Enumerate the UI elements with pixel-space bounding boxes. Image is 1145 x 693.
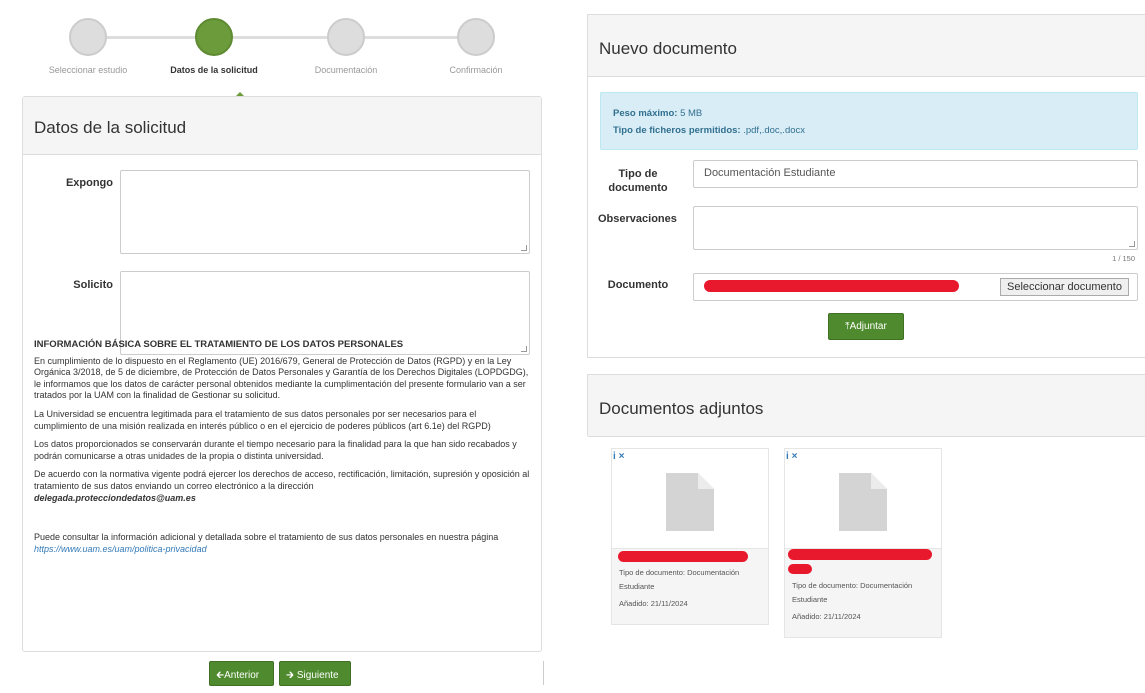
redacted-filename <box>618 551 748 562</box>
attachment-meta: Tipo de documento: Documentación Estudia… <box>619 566 767 611</box>
step-circle <box>457 18 495 56</box>
documento-label: Documento <box>607 279 669 291</box>
tipo-label-line1: Tipo de <box>618 168 658 180</box>
panel-title: Datos de la solicitud <box>23 97 541 155</box>
privacy-heading: INFORMACIÓN BÁSICA SOBRE EL TRATAMIENTO … <box>34 339 404 350</box>
anterior-label: Anterior <box>224 670 260 681</box>
privacy-paragraph-1: En cumplimiento de lo dispuesto en el Re… <box>34 355 529 401</box>
redacted-filename <box>788 549 932 560</box>
adjuntar-label: Adjuntar <box>849 321 887 332</box>
tipo-documento-label: Tipo de documento <box>602 167 674 195</box>
attachment-date: Añadido: 21/11/2024 <box>619 599 688 608</box>
card-actions: i × <box>613 451 624 462</box>
file-icon <box>839 473 887 531</box>
nuevo-documento-panel: Nuevo documento Peso máximo: 5 MB Tipo d… <box>587 14 1145 358</box>
anterior-button[interactable]: 🡰Anterior <box>209 661 274 686</box>
step-label: Documentación <box>314 65 378 75</box>
privacy-email[interactable]: delegada.protecciondedatos@uam.es <box>34 493 196 503</box>
progress-stepper: Seleccionar estudio Datos de la solicitu… <box>28 14 530 98</box>
privacy-paragraph-3: Los datos proporcionados se conservarán … <box>34 439 517 461</box>
max-size-label: Peso máximo: <box>613 108 678 119</box>
file-input[interactable]: Seleccionar documento <box>693 273 1138 301</box>
step-circle <box>69 18 107 56</box>
siguiente-label: Siguiente <box>296 670 339 681</box>
privacy-paragraph-5: Puede consultar la información adicional… <box>34 532 530 555</box>
solicito-label: Solicito <box>73 279 113 291</box>
privacy-rights-text: De acuerdo con la normativa vigente podr… <box>34 469 530 491</box>
step-seleccionar-estudio[interactable]: Seleccionar estudio <box>28 14 148 75</box>
step-label: Seleccionar estudio <box>48 65 128 75</box>
attachment-thumbnail: i × <box>785 449 941 549</box>
attachment-date: Añadido: 21/11/2024 <box>792 612 861 621</box>
documentos-adjuntos-panel: Documentos adjuntos <box>587 374 1145 437</box>
privacy-link[interactable]: https://www.uam.es/uam/politica-privacid… <box>34 544 207 554</box>
info-icon[interactable]: i <box>786 451 789 462</box>
select-document-button[interactable]: Seleccionar documento <box>1000 278 1129 296</box>
upload-info-alert: Peso máximo: 5 MB Tipo de ficheros permi… <box>600 92 1138 150</box>
attachment-thumbnail: i × <box>612 449 768 549</box>
char-counter: 1 / 150 <box>1112 254 1135 263</box>
observaciones-textarea[interactable] <box>693 206 1138 250</box>
divider <box>543 661 544 685</box>
attachment-type: Tipo de documento: Documentación Estudia… <box>619 568 740 591</box>
privacy-paragraph-4: De acuerdo con la normativa vigente podr… <box>34 469 530 504</box>
observaciones-label: Observaciones <box>598 213 677 225</box>
info-icon[interactable]: i <box>613 451 616 462</box>
resize-handle[interactable] <box>1129 241 1135 247</box>
attachment-card: i × Tipo de documento: Documentación Est… <box>784 448 942 638</box>
tipo-documento-field[interactable]: Documentación Estudiante <box>693 160 1138 188</box>
siguiente-button[interactable]: 🡲 Siguiente <box>279 661 351 686</box>
attachment-card: i × Tipo de documento: Documentación Est… <box>611 448 769 625</box>
arrow-right-icon: 🡲 <box>286 670 295 681</box>
attachment-meta: Tipo de documento: Documentación Estudia… <box>792 579 940 624</box>
privacy-more-text: Puede consultar la información adicional… <box>34 532 499 543</box>
adjuntar-button[interactable]: ⤒Adjuntar <box>828 313 904 340</box>
attachment-type: Tipo de documento: Documentación Estudia… <box>792 581 913 604</box>
privacy-info: INFORMACIÓN BÁSICA SOBRE EL TRATAMIENTO … <box>34 339 530 555</box>
file-icon <box>666 473 714 531</box>
resize-handle[interactable] <box>521 245 527 251</box>
panel-title: Nuevo documento <box>588 15 1145 77</box>
file-types-line: Tipo de ficheros permitidos: .pdf,.doc,.… <box>613 122 1137 139</box>
step-datos-solicitud[interactable]: Datos de la solicitud <box>154 14 274 75</box>
max-size-line: Peso máximo: 5 MB <box>613 105 1137 122</box>
remove-icon[interactable]: × <box>619 451 625 462</box>
expongo-textarea[interactable] <box>120 170 530 254</box>
file-types-value: .pdf,.doc,.docx <box>743 125 806 136</box>
remove-icon[interactable]: × <box>792 451 798 462</box>
step-label: Datos de la solicitud <box>170 65 258 75</box>
step-circle-active <box>195 18 233 56</box>
file-types-label: Tipo de ficheros permitidos: <box>613 125 741 136</box>
step-circle <box>327 18 365 56</box>
arrow-left-icon: 🡰 <box>216 670 225 681</box>
tipo-label-line2: documento <box>608 182 668 194</box>
step-confirmacion[interactable]: Confirmación <box>416 14 536 75</box>
step-documentacion[interactable]: Documentación <box>286 14 406 75</box>
step-label: Confirmación <box>449 65 503 75</box>
max-size-value: 5 MB <box>680 108 703 119</box>
redacted-filename-wrap <box>788 564 812 574</box>
solicitud-panel: Datos de la solicitud Expongo Solicito I… <box>22 96 542 652</box>
panel-title: Documentos adjuntos <box>588 375 1145 437</box>
expongo-label: Expongo <box>65 177 113 189</box>
redacted-filename <box>704 280 959 292</box>
card-actions: i × <box>786 451 797 462</box>
privacy-paragraph-2: La Universidad se encuentra legitimada p… <box>34 408 491 431</box>
